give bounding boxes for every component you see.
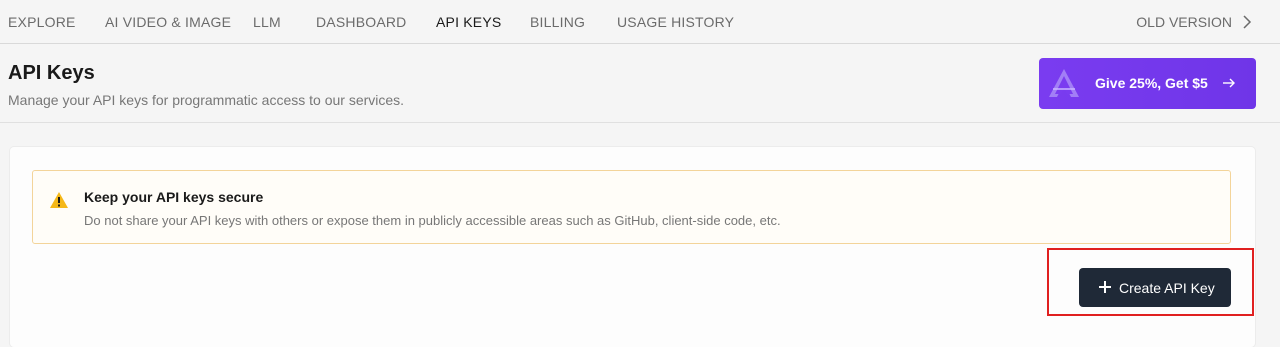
page-title: API Keys (8, 62, 95, 84)
create-api-key-label: Create API Key (1119, 280, 1215, 296)
chevron-right-icon (1243, 15, 1252, 29)
tab-usage-history[interactable]: USAGE HISTORY (617, 14, 734, 30)
promo-label: Give 25%, Get $5 (1095, 75, 1208, 91)
plus-icon (1099, 281, 1111, 293)
old-version-link[interactable]: OLD VERSION (1136, 14, 1252, 30)
brand-logo-icon (1049, 69, 1079, 97)
arrow-right-icon (1223, 78, 1235, 88)
page-subtitle: Manage your API keys for programmatic ac… (8, 92, 405, 108)
referral-promo-button[interactable]: Give 25%, Get $5 (1039, 58, 1256, 109)
top-navigation: EXPLORE AI VIDEO & IMAGE LLM DASHBOARD A… (0, 0, 1280, 44)
api-keys-card: Keep your API keys secure Do not share y… (10, 147, 1255, 347)
page-header: API Keys Manage your API keys for progra… (0, 45, 1280, 123)
alert-title: Keep your API keys secure (84, 189, 264, 205)
create-api-key-button[interactable]: Create API Key (1079, 268, 1231, 307)
tab-billing[interactable]: BILLING (530, 14, 585, 30)
security-alert: Keep your API keys secure Do not share y… (32, 170, 1231, 244)
tab-llm[interactable]: LLM (253, 14, 281, 30)
tab-api-keys[interactable]: API KEYS (436, 14, 501, 30)
tab-dashboard[interactable]: DASHBOARD (316, 14, 406, 30)
tab-explore[interactable]: EXPLORE (8, 14, 76, 30)
alert-description: Do not share your API keys with others o… (84, 213, 781, 228)
tab-ai-video-image[interactable]: AI VIDEO & IMAGE (105, 14, 231, 30)
warning-icon (50, 192, 68, 208)
old-version-label: OLD VERSION (1136, 14, 1232, 30)
